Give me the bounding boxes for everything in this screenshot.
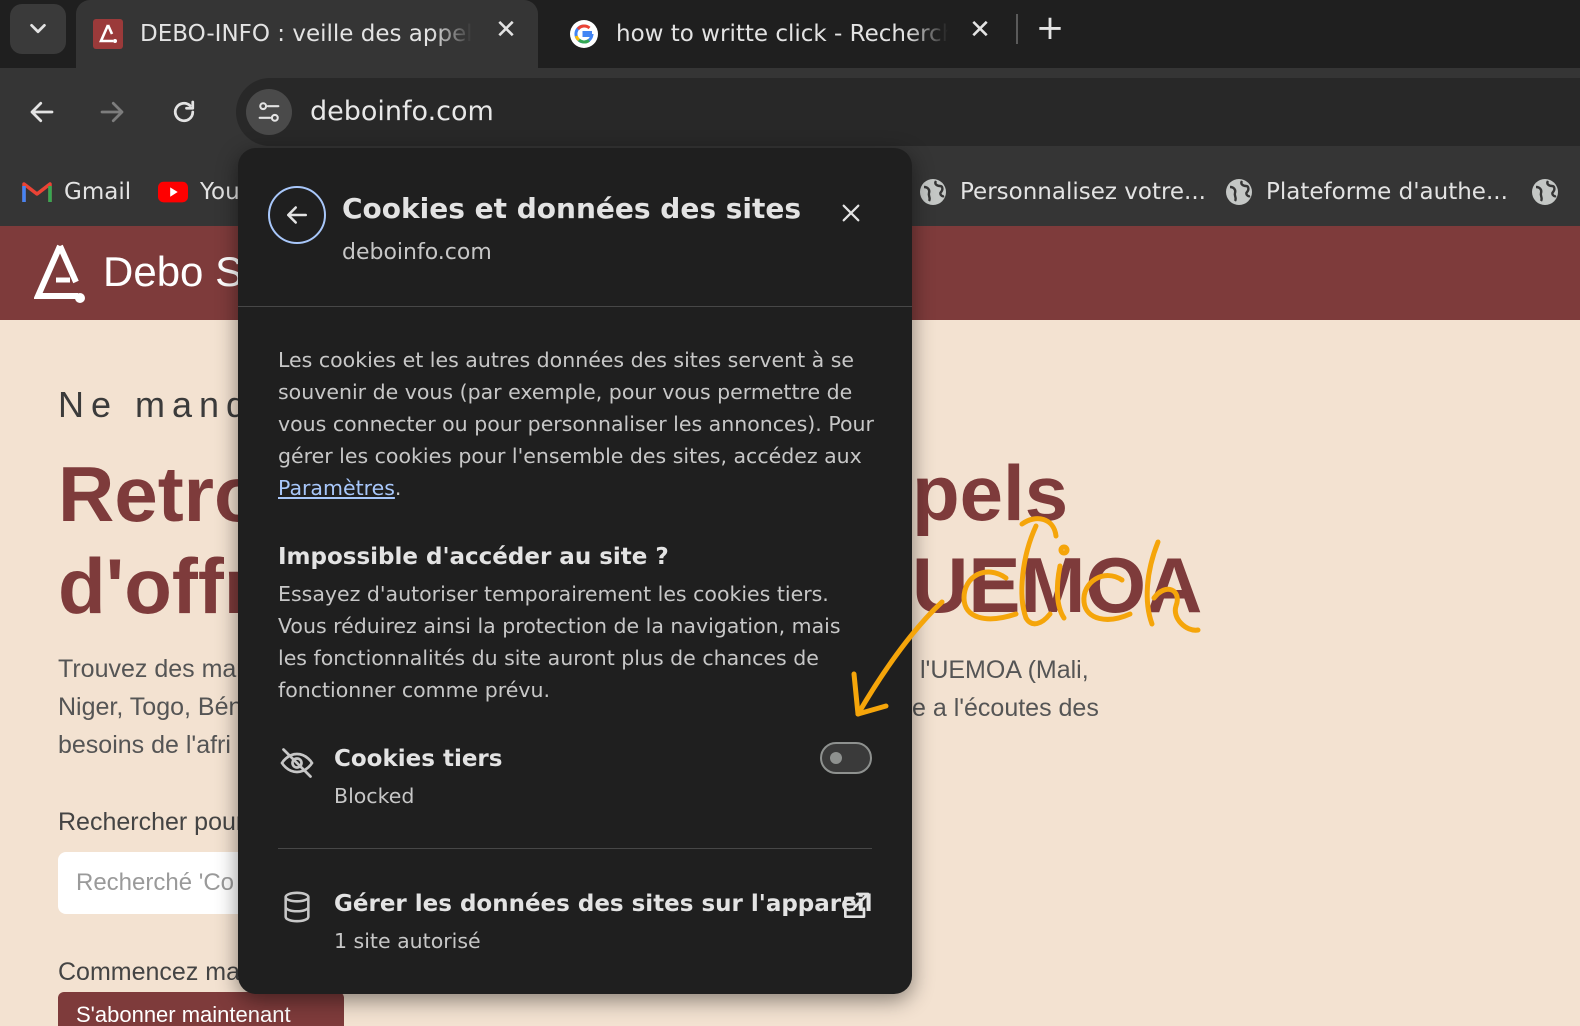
hero-line-2: d'offr xyxy=(58,542,255,630)
third-party-cookies-toggle[interactable] xyxy=(820,742,872,774)
third-party-cookies-title: Cookies tiers xyxy=(334,746,503,772)
bookmark-label: Personnalisez votre... xyxy=(960,179,1206,205)
tab-separator xyxy=(1016,14,1018,44)
desc-line-right: l'UEMOA (Mali, xyxy=(920,656,1089,684)
site-info-button[interactable] xyxy=(246,89,292,135)
debo-logo-icon xyxy=(34,244,85,303)
reload-button[interactable] xyxy=(162,90,206,134)
youtube-icon xyxy=(158,177,188,207)
open-in-new-button[interactable] xyxy=(838,888,874,924)
access-text: Essayez d'autoriser temporairement les c… xyxy=(278,582,841,702)
divider xyxy=(238,306,912,307)
settings-link[interactable]: Paramètres xyxy=(278,476,395,500)
globe-icon xyxy=(1224,177,1254,207)
forward-button[interactable] xyxy=(90,90,134,134)
intro-text: Les cookies et les autres données des si… xyxy=(278,348,874,468)
eye-off-icon xyxy=(278,744,316,782)
desc-line: besoins de l'afri xyxy=(58,731,231,759)
hero-line-1-right: pels xyxy=(912,449,1069,537)
back-button[interactable] xyxy=(20,90,64,134)
subscribe-button[interactable]: S'abonner maintenant xyxy=(58,992,344,1026)
globe-icon xyxy=(918,177,948,207)
close-icon xyxy=(842,204,860,222)
bookmark-overflow[interactable] xyxy=(1530,172,1572,212)
address-bar[interactable]: deboinfo.com xyxy=(236,78,1580,146)
bookmark-plateforme[interactable]: Plateforme d'authe... xyxy=(1224,172,1508,212)
bookmark-label: Gmail xyxy=(64,179,132,205)
popup-close-button[interactable] xyxy=(834,196,868,230)
desc-line: Niger, Togo, Bén xyxy=(58,693,243,721)
bookmark-personnalisez[interactable]: Personnalisez votre... xyxy=(918,172,1206,212)
search-label: Rechercher pour xyxy=(58,808,245,836)
bookmark-gmail[interactable]: Gmail xyxy=(22,172,131,212)
tab-close-icon[interactable]: ✕ xyxy=(964,14,996,46)
reload-icon xyxy=(173,100,195,123)
divider xyxy=(278,848,872,849)
desc-line-right: e a l'écoutes des xyxy=(912,694,1099,722)
tab-strip: DEBO-INFO : veille des appels d’offres ✕… xyxy=(0,0,1580,68)
gmail-icon xyxy=(22,177,52,207)
third-party-cookies-status: Blocked xyxy=(334,784,415,808)
hero-line-1: Retro xyxy=(58,450,262,538)
arrow-left-icon xyxy=(287,206,307,224)
toggle-knob xyxy=(830,752,842,764)
hero-title-left: Retro d'offr xyxy=(58,448,262,632)
hero-description-left: Trouvez des mar Niger, Togo, Bén besoins… xyxy=(58,650,245,764)
cookies-site-data-popup: Cookies et données des sites deboinfo.co… xyxy=(238,148,912,994)
database-icon xyxy=(278,888,316,926)
toolbar: deboinfo.com xyxy=(0,68,1580,158)
tab-close-icon[interactable]: ✕ xyxy=(490,14,522,46)
arrow-left-icon xyxy=(30,101,54,123)
debo-favicon-icon xyxy=(92,18,124,50)
arrow-right-icon xyxy=(100,101,124,123)
start-label: Commencez ma xyxy=(58,958,240,986)
url-text[interactable]: deboinfo.com xyxy=(310,96,494,127)
access-heading: Impossible d'accéder au site ? xyxy=(278,544,669,570)
open-in-new-icon xyxy=(844,892,870,918)
cookies-intro-text: Les cookies et les autres données des si… xyxy=(278,348,874,500)
tab-title: DEBO-INFO : veille des appels d’offres xyxy=(140,21,472,47)
popup-title: Cookies et données des sites xyxy=(342,192,802,225)
chevron-down-icon xyxy=(30,23,46,34)
hero-line-2-right: UEMOA xyxy=(912,541,1203,629)
new-tab-button[interactable]: + xyxy=(1030,8,1070,48)
tab-title: how to writte click - Recherche Google xyxy=(616,21,948,47)
tune-icon xyxy=(258,102,280,122)
popup-site: deboinfo.com xyxy=(342,240,492,265)
globe-icon xyxy=(1530,177,1560,207)
tab-search-button[interactable] xyxy=(10,4,66,54)
desc-line: Trouvez des mar xyxy=(58,655,245,683)
manage-site-data-sub: 1 site autorisé xyxy=(334,929,481,953)
tab-deboinfo[interactable]: DEBO-INFO : veille des appels d’offres ✕ xyxy=(76,0,538,68)
manage-site-data-title[interactable]: Gérer les données des sites sur l'appare… xyxy=(334,891,873,917)
google-favicon-icon xyxy=(568,18,600,50)
bookmark-label: Plateforme d'authe... xyxy=(1266,179,1508,205)
popup-back-button[interactable] xyxy=(268,186,326,244)
tab-google-search[interactable]: how to writte click - Recherche Google ✕ xyxy=(552,0,1012,68)
